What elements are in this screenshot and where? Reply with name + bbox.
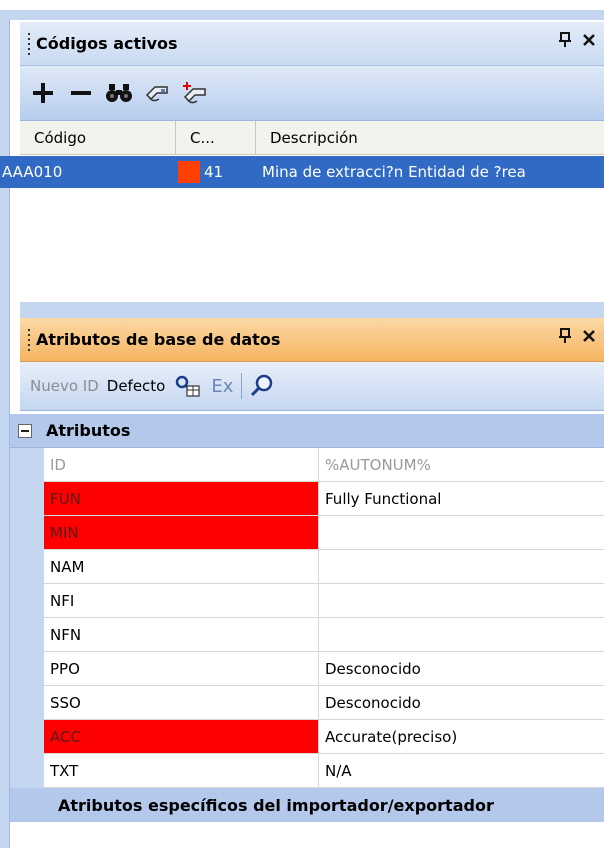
property-value[interactable]: %AUTONUM% xyxy=(319,448,604,482)
description-cell: Mina de extracci?n Entidad de ?rea xyxy=(262,163,526,181)
property-row-acc[interactable]: ACC Accurate(preciso) xyxy=(10,720,604,754)
grip-icon xyxy=(28,33,30,55)
panel-codigos-titlebar[interactable]: Códigos activos xyxy=(20,22,604,66)
key-table-icon[interactable] xyxy=(175,374,201,398)
property-row-min[interactable]: MIN xyxy=(10,516,604,550)
remove-code-button[interactable] xyxy=(66,75,96,111)
dock-background xyxy=(0,10,604,20)
count-cell: 41 xyxy=(176,156,256,188)
select-feature-icon[interactable] xyxy=(142,75,172,111)
property-value[interactable]: N/A xyxy=(319,754,604,788)
count-value: 41 xyxy=(204,163,224,181)
category-label: Atributos específicos del importador/exp… xyxy=(58,795,494,815)
property-name: TXT xyxy=(44,754,319,788)
category-label: Atributos xyxy=(46,421,131,440)
column-header-descripcion[interactable]: Descripción xyxy=(256,121,604,155)
code-cell: AAA010 xyxy=(2,163,63,181)
codigos-grid-empty-area xyxy=(20,189,604,301)
defecto-button[interactable]: Defecto xyxy=(107,377,166,395)
table-row[interactable]: AAA010 41 Mina de extracci?n Entidad de … xyxy=(0,156,604,188)
property-value[interactable] xyxy=(319,550,604,584)
property-row-nfi[interactable]: NFI xyxy=(10,584,604,618)
property-name: FUN xyxy=(44,482,319,516)
property-row-ppo[interactable]: PPO Desconocido xyxy=(10,652,604,686)
grip-icon xyxy=(28,329,30,351)
property-value[interactable]: Accurate(preciso) xyxy=(319,720,604,754)
property-grid-empty xyxy=(10,830,604,848)
pin-icon[interactable] xyxy=(558,32,572,52)
ex-button[interactable]: Ex xyxy=(211,376,233,397)
nuevo-id-button[interactable]: Nuevo ID xyxy=(30,377,99,395)
pin-icon[interactable] xyxy=(558,328,572,348)
property-row-id[interactable]: ID %AUTONUM% xyxy=(10,448,604,482)
property-value[interactable] xyxy=(319,618,604,652)
attributes-property-grid: Atributos ID %AUTONUM% FUN Fully Functio… xyxy=(10,414,604,822)
window-top xyxy=(0,0,604,10)
close-icon[interactable] xyxy=(582,327,596,348)
property-row-nam[interactable]: NAM xyxy=(10,550,604,584)
panel-splitter[interactable] xyxy=(20,302,604,318)
close-icon[interactable] xyxy=(582,31,596,52)
panel-atributos-titlebar[interactable]: Atributos de base de datos xyxy=(20,318,604,362)
atributos-toolbar: Nuevo ID Defecto Ex xyxy=(20,362,604,411)
property-name: NAM xyxy=(44,550,319,584)
property-value[interactable]: Fully Functional xyxy=(319,482,604,516)
property-row-fun[interactable]: FUN Fully Functional xyxy=(10,482,604,516)
property-value[interactable]: Desconocido xyxy=(319,686,604,720)
column-header-codigo[interactable]: Código xyxy=(20,120,176,155)
category-atributos[interactable]: Atributos xyxy=(10,414,604,448)
codigos-toolbar xyxy=(20,66,604,121)
property-name: ID xyxy=(44,448,319,482)
property-row-txt[interactable]: TXT N/A xyxy=(10,754,604,788)
property-value[interactable]: Desconocido xyxy=(319,652,604,686)
property-row-sso[interactable]: SSO Desconocido xyxy=(10,686,604,720)
property-name: NFN xyxy=(44,618,319,652)
binoculars-icon[interactable] xyxy=(104,75,134,111)
property-row-nfn[interactable]: NFN xyxy=(10,618,604,652)
property-value[interactable] xyxy=(319,516,604,550)
collapse-icon[interactable] xyxy=(18,423,32,438)
add-code-button[interactable] xyxy=(28,75,58,111)
property-name: PPO xyxy=(44,652,319,686)
property-name: SSO xyxy=(44,686,319,720)
column-header-c[interactable]: C... xyxy=(176,120,256,155)
property-name: MIN xyxy=(44,516,319,550)
codigos-grid-header: Código C... Descripción xyxy=(20,120,604,155)
panel-title: Atributos de base de datos xyxy=(36,330,281,349)
color-swatch xyxy=(178,161,200,183)
search-icon[interactable] xyxy=(250,374,274,398)
panel-title: Códigos activos xyxy=(36,34,178,53)
property-value[interactable] xyxy=(319,584,604,618)
property-name: NFI xyxy=(44,584,319,618)
toolbar-separator xyxy=(241,373,243,399)
category-importer-exporter[interactable]: Atributos específicos del importador/exp… xyxy=(10,788,604,822)
property-name: ACC xyxy=(44,720,319,754)
add-feature-icon[interactable] xyxy=(180,75,210,111)
